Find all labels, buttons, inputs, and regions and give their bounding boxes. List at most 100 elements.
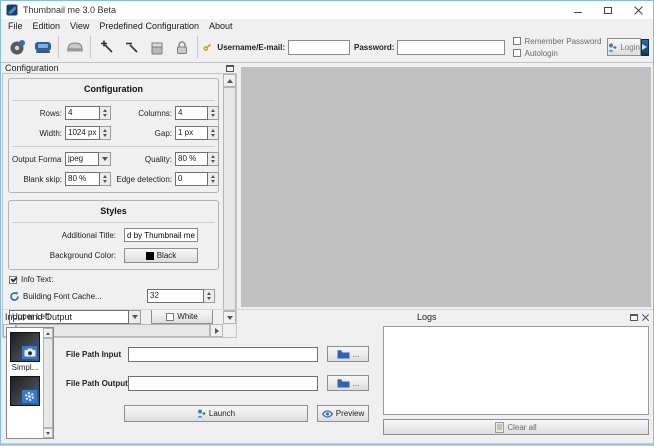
- output-format-label: Output Format:: [12, 155, 62, 164]
- separator: [12, 100, 215, 101]
- password-label: Password:: [354, 43, 394, 52]
- zoom-out-icon: [125, 40, 139, 54]
- profile-thumbnail[interactable]: [10, 332, 40, 362]
- scrollbar-thumb[interactable]: [43, 338, 53, 428]
- menu-file[interactable]: File: [3, 21, 28, 31]
- clear-all-button[interactable]: Clear all: [383, 419, 649, 435]
- file-path-input-field[interactable]: [128, 347, 318, 362]
- columns-stepper[interactable]: 4: [175, 106, 219, 120]
- menu-view[interactable]: View: [65, 21, 94, 31]
- font-size-spin-buttons[interactable]: [204, 289, 215, 303]
- scroll-up-button[interactable]: [223, 74, 236, 87]
- blank-skip-stepper[interactable]: 80 %: [65, 172, 111, 186]
- lock-toolbar-button[interactable]: [169, 35, 194, 59]
- package-toolbar-button[interactable]: [144, 35, 169, 59]
- scroll-up-button[interactable]: [43, 328, 53, 338]
- login-button[interactable]: Login: [607, 38, 641, 56]
- additional-title-label: Additional Title:: [12, 231, 116, 240]
- password-input[interactable]: [397, 40, 505, 55]
- file-path-input-row: File Path Input ...: [66, 346, 369, 362]
- menu-predefined-configuration[interactable]: Predefined Configuration: [94, 21, 204, 31]
- width-stepper[interactable]: 1024 px: [65, 126, 111, 140]
- browse-dots-label: ...: [353, 379, 360, 388]
- action-buttons-row: Launch Preview: [124, 405, 369, 422]
- zoom-in-toolbar-button[interactable]: [94, 35, 119, 59]
- remember-password-box: [513, 37, 521, 45]
- font-size-stepper[interactable]: 32: [147, 289, 215, 303]
- rows-value: 4: [65, 106, 100, 120]
- disc-icon: [9, 39, 26, 56]
- additional-title-input[interactable]: [124, 228, 198, 242]
- menu-edition[interactable]: Edition: [28, 21, 66, 31]
- config-vertical-scrollbar[interactable]: [223, 74, 236, 324]
- launch-button[interactable]: Launch: [124, 405, 308, 422]
- folder-icon: [337, 349, 350, 359]
- device-toolbar-button[interactable]: [30, 35, 55, 59]
- device-icon: [34, 40, 52, 54]
- gap-stepper[interactable]: 1 px: [175, 126, 219, 140]
- info-text-checkbox[interactable]: Info Text:: [9, 275, 219, 284]
- minimize-button[interactable]: [563, 1, 593, 19]
- profile-thumbnail[interactable]: [10, 376, 40, 406]
- rows-spin-buttons[interactable]: [100, 106, 111, 120]
- edge-detection-stepper[interactable]: 0: [175, 172, 219, 186]
- toolbar-extension-button[interactable]: [641, 39, 649, 56]
- blank-skip-spin-buttons[interactable]: [100, 172, 111, 186]
- output-format-dropdown-button[interactable]: [99, 152, 111, 166]
- maximize-button[interactable]: [593, 1, 623, 19]
- file-path-output-field[interactable]: [128, 376, 318, 391]
- input-output-panel-title: Input and Output: [5, 312, 72, 322]
- menu-about[interactable]: About: [204, 21, 238, 31]
- browse-input-button[interactable]: ...: [327, 346, 369, 362]
- drive-icon: [66, 41, 84, 53]
- zoom-out-toolbar-button[interactable]: [119, 35, 144, 59]
- background-color-button[interactable]: Black: [124, 248, 198, 263]
- width-spin-buttons[interactable]: [100, 126, 111, 140]
- toolbar-separator: [197, 36, 198, 58]
- quality-label: Quality:: [114, 155, 172, 164]
- login-options: Remember Password Autologin: [513, 37, 601, 58]
- scroll-down-button[interactable]: [43, 428, 53, 438]
- file-path-output-row: File Path Output ...: [66, 375, 369, 391]
- preview-button[interactable]: Preview: [317, 405, 369, 422]
- edge-detection-spin-buttons[interactable]: [208, 172, 219, 186]
- gap-spin-buttons[interactable]: [208, 126, 219, 140]
- float-panel-icon[interactable]: [226, 65, 234, 72]
- rows-stepper[interactable]: 4: [65, 106, 111, 120]
- logs-dock-panel: Logs Clear all: [377, 310, 653, 439]
- black-swatch-icon: [146, 252, 154, 260]
- columns-label: Columns:: [114, 109, 172, 118]
- font-size-value: 32: [147, 289, 204, 303]
- styles-groupbox: Styles Additional Title: Background Colo…: [8, 200, 219, 270]
- profile-list[interactable]: Simpl...: [6, 327, 54, 439]
- disc-toolbar-button[interactable]: [5, 35, 30, 59]
- username-input[interactable]: [288, 40, 350, 55]
- autologin-checkbox[interactable]: Autologin: [513, 49, 601, 58]
- camera-icon: [22, 346, 37, 359]
- lock-icon: [175, 40, 189, 55]
- arrow-up-icon: [227, 79, 233, 83]
- autologin-label: Autologin: [524, 49, 557, 58]
- browse-output-button[interactable]: ...: [327, 375, 369, 391]
- columns-spin-buttons[interactable]: [208, 106, 219, 120]
- zoom-in-icon: [100, 40, 114, 54]
- output-format-select[interactable]: jpeg: [65, 152, 111, 166]
- scrollbar-thumb[interactable]: [223, 87, 236, 311]
- float-panel-icon[interactable]: [630, 314, 638, 321]
- close-button[interactable]: [623, 1, 653, 19]
- drive-toolbar-button[interactable]: [62, 35, 87, 59]
- profile-label: Simpl...: [7, 363, 43, 372]
- remember-password-checkbox[interactable]: Remember Password: [513, 37, 601, 46]
- logs-panel-title: Logs: [417, 312, 437, 322]
- app-window: Thumbnail me 3.0 Beta File Edition View …: [0, 0, 654, 446]
- logs-panel-header: Logs: [377, 310, 653, 324]
- file-path-input-label: File Path Input: [66, 350, 128, 359]
- configuration-panel-body: Configuration Rows: 4 Columns: 4: [2, 73, 237, 338]
- quality-stepper[interactable]: 80 %: [175, 152, 219, 166]
- quality-spin-buttons[interactable]: [208, 152, 219, 166]
- close-panel-icon[interactable]: [642, 314, 649, 321]
- width-value: 1024 px: [65, 126, 100, 140]
- log-output[interactable]: [383, 326, 649, 415]
- profile-list-scrollbar[interactable]: [43, 328, 53, 438]
- edge-detection-label: Edge detection:: [114, 175, 172, 184]
